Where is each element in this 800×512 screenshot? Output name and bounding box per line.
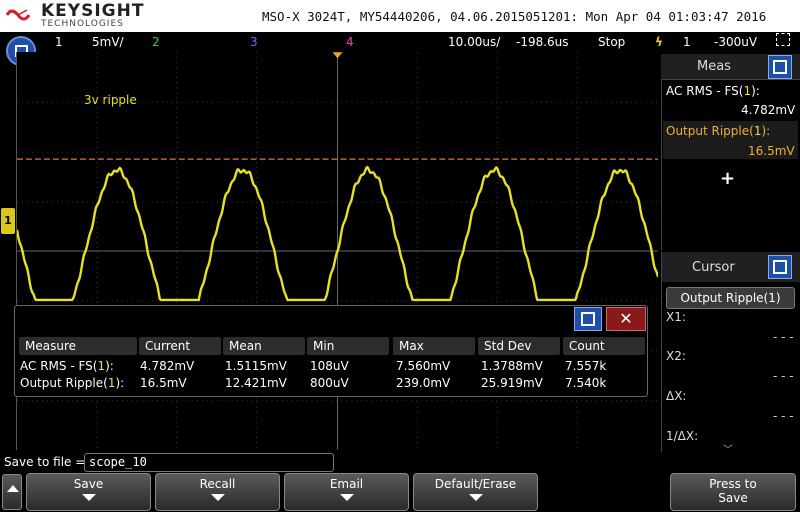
instrument-info: MSO-X 3024T, MY54440206, 04.06.201505120… (262, 9, 767, 24)
chevron-down-icon[interactable]: ﹀ (723, 441, 733, 456)
col-header-current: Current (139, 337, 221, 355)
arrow-down-icon (468, 494, 483, 501)
cursor-x1-value: - - - (773, 330, 794, 344)
col-header-stddev: Std Dev (478, 337, 560, 355)
meas1-label[interactable]: AC RMS - FS(1): (666, 84, 760, 98)
filename-input[interactable]: scope_10 (84, 453, 334, 472)
email-softkey-label: Email (329, 477, 364, 491)
table-cell: 7.560mV (396, 359, 451, 373)
table-cell: 4.782mV (140, 359, 195, 373)
meas-panel-title: Meas (697, 59, 731, 74)
cursor-source-select[interactable]: Output Ripple(1) (666, 287, 795, 309)
trigger-level[interactable]: -300uV (714, 35, 757, 49)
cursor-dx-label: ΔX: (666, 389, 687, 403)
table-row-1-measure: AC RMS - FS(1): (20, 359, 114, 373)
cursor-x2-value: - - - (773, 369, 794, 383)
recall-softkey[interactable]: Recall (155, 473, 280, 511)
timebase-scale[interactable]: 10.00us/ (448, 35, 500, 49)
recall-softkey-label: Recall (199, 477, 236, 491)
ch1-number[interactable]: 1 (55, 35, 63, 49)
table-row-2-measure: Output Ripple(1): (20, 376, 125, 390)
arrow-down-icon (81, 494, 96, 501)
trigger-edge-icon: ϟ (655, 35, 663, 49)
run-state[interactable]: Stop (598, 35, 625, 49)
ch1-ground-marker[interactable]: 1 (1, 208, 15, 234)
save-softkey[interactable]: Save (26, 473, 151, 511)
ch3-number[interactable]: 3 (250, 35, 258, 49)
meas2-value: 16.5mV (748, 144, 795, 158)
trigger-position-marker (332, 52, 343, 59)
trigger-source[interactable]: 1 (683, 35, 691, 49)
table-cell: 25.919mV (481, 376, 543, 390)
save-to-file-label: Save to file = (4, 455, 86, 469)
col-header-min: Min (307, 337, 389, 355)
default-erase-softkey-label: Default/Erase (434, 477, 517, 491)
horizontal-delay[interactable]: -198.6us (516, 35, 569, 49)
menu-up-button[interactable] (2, 474, 22, 510)
table-cell: 1.3788mV (481, 359, 543, 373)
press-to-label: Press to (709, 477, 757, 491)
default-erase-softkey[interactable]: Default/Erase (413, 473, 538, 511)
table-cell: 239.0mV (396, 376, 451, 390)
add-measurement-button[interactable]: + (720, 168, 735, 189)
waveform-annotation: 3v ripple (84, 93, 137, 107)
screen-icon[interactable] (776, 33, 790, 46)
arrow-up-icon (7, 485, 19, 492)
press-to-save-softkey[interactable]: Press to Save (670, 473, 796, 511)
cursor-menu-icon[interactable] (768, 255, 792, 279)
keysight-logo-icon (6, 9, 30, 21)
col-header-count: Count (563, 337, 645, 355)
table-cell: 7.557k (565, 359, 607, 373)
table-close-button[interactable]: ✕ (606, 307, 646, 331)
ch1-scale[interactable]: 5mV/ (92, 35, 124, 49)
email-softkey[interactable]: Email (284, 473, 409, 511)
col-header-measure: Measure (19, 337, 137, 355)
brand-name: KEYSIGHT (41, 1, 145, 21)
table-cell: 108uV (310, 359, 349, 373)
meas1-value: 4.782mV (741, 103, 796, 117)
meas-menu-icon[interactable] (768, 55, 792, 79)
press-save-label: Save (718, 491, 748, 505)
col-header-mean: Mean (223, 337, 305, 355)
ch4-number[interactable]: 4 (346, 35, 354, 49)
table-menu-icon[interactable] (574, 307, 602, 331)
cursor-inv-dx-label: 1/ΔX: (666, 429, 699, 443)
cursor-x1-label: X1: (666, 310, 686, 324)
meas2-label[interactable]: Output Ripple(1): (666, 124, 770, 138)
cursor-x2-label: X2: (666, 349, 686, 363)
table-cell: 12.421mV (225, 376, 287, 390)
table-cell: 800uV (310, 376, 349, 390)
table-cell: 1.5115mV (225, 359, 287, 373)
table-cell: 7.540k (565, 376, 607, 390)
cursor-panel-title: Cursor (692, 260, 735, 275)
save-softkey-label: Save (73, 477, 104, 491)
channel-status-row: 1 5mV/ 2 3 4 10.00us/ -198.6us Stop ϟ 1 … (0, 32, 800, 52)
arrow-down-icon (210, 494, 225, 501)
brand-subtitle: TECHNOLOGIES (41, 19, 124, 29)
cursor-dx-value: - - - (773, 409, 794, 423)
table-cell: 16.5mV (140, 376, 187, 390)
arrow-down-icon (339, 494, 354, 501)
ch2-number[interactable]: 2 (152, 35, 160, 49)
col-header-max: Max (393, 337, 475, 355)
